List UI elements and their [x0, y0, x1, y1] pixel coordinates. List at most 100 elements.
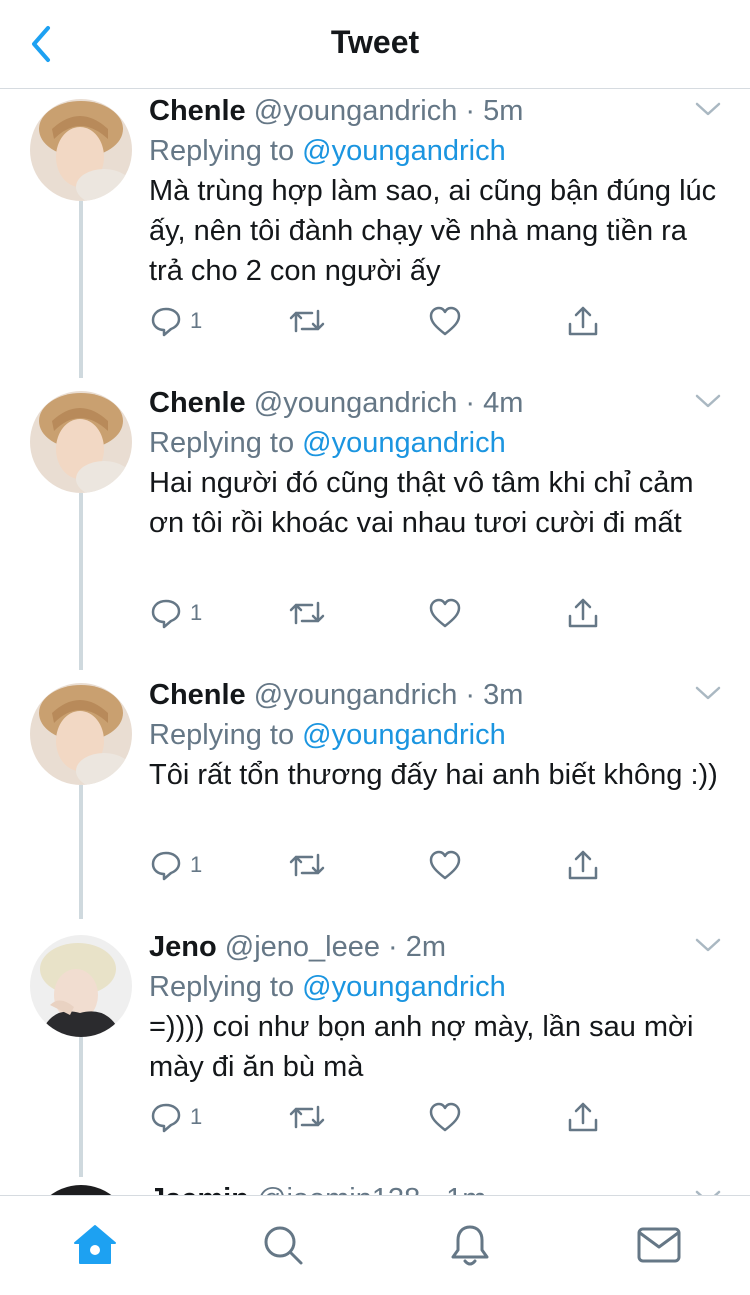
separator-dot: ·: [465, 387, 476, 419]
caret-down-icon[interactable]: [694, 391, 722, 411]
retweet-button[interactable]: [288, 593, 326, 633]
timestamp: 3m: [483, 679, 524, 711]
share-button[interactable]: [566, 1097, 600, 1137]
display-name[interactable]: Chenle: [149, 387, 246, 419]
separator-dot: ·: [428, 1183, 438, 1195]
tweet-actions: 1: [150, 845, 610, 885]
tab-home[interactable]: [70, 1220, 120, 1270]
reply-button[interactable]: 1: [150, 301, 202, 341]
share-icon: [568, 1102, 598, 1132]
timestamp: 1m: [446, 1183, 486, 1195]
share-icon: [568, 598, 598, 628]
tweet-actions: 1: [150, 301, 610, 341]
mention-link[interactable]: @youngandrich: [302, 427, 506, 459]
display-name[interactable]: Jeno: [149, 931, 217, 963]
retweet-button[interactable]: [288, 301, 326, 341]
user-handle[interactable]: @youngandrich: [254, 95, 458, 127]
caret-down-icon[interactable]: [694, 1187, 722, 1195]
timestamp: 5m: [483, 95, 524, 127]
search-icon: [264, 1226, 303, 1265]
tweet-item[interactable]: Jeno @jeno_leee · 2m Replying to @younga…: [0, 927, 750, 1167]
like-icon: [429, 850, 461, 880]
tweet-text: =)))) coi như bọn anh nợ mày, lần sau mờ…: [149, 1011, 694, 1083]
tweet-actions: 1: [150, 1097, 610, 1137]
replying-to-label: Replying to: [149, 719, 295, 751]
retweet-icon: [289, 853, 325, 877]
tab-search[interactable]: [258, 1220, 308, 1270]
tweet-text: Tôi rất tổn thương đấy hai anh biết khôn…: [149, 759, 718, 791]
reply-count: 1: [190, 600, 203, 625]
user-handle[interactable]: @youngandrich: [254, 679, 458, 711]
like-icon: [429, 1102, 461, 1132]
display-name[interactable]: Jaemin: [149, 1183, 249, 1195]
tab-notifications[interactable]: [445, 1220, 495, 1270]
retweet-button[interactable]: [288, 845, 326, 885]
tweet-text: Mà trùng hợp làm sao, ai cũng bận đúng l…: [149, 175, 717, 287]
share-icon: [568, 306, 598, 336]
top-navigation-bar: Tweet: [0, 0, 750, 89]
tweet-text: Hai người đó cũng thật vô tâm khi chỉ cả…: [149, 467, 694, 539]
like-icon: [429, 306, 461, 336]
avatar[interactable]: [30, 1185, 132, 1195]
home-icon: [74, 1225, 116, 1264]
tweet-header: Chenle @youngandrich · 5m: [149, 91, 523, 131]
reply-icon: [151, 851, 181, 881]
timestamp: 4m: [483, 387, 524, 419]
reply-button[interactable]: 1: [150, 845, 202, 885]
avatar[interactable]: [30, 935, 132, 1037]
share-icon: [568, 850, 598, 880]
mention-link[interactable]: @youngandrich: [302, 135, 506, 167]
replying-to-line: Replying to @youngandrich: [149, 715, 506, 755]
tweet-header: Chenle @youngandrich · 3m: [149, 675, 523, 715]
user-handle[interactable]: @youngandrich: [254, 387, 458, 419]
reply-button[interactable]: 1: [150, 593, 202, 633]
separator-dot: ·: [465, 679, 476, 711]
like-icon: [429, 598, 461, 628]
like-button[interactable]: [428, 1097, 462, 1137]
caret-down-icon[interactable]: [694, 935, 722, 955]
retweet-button[interactable]: [288, 1097, 326, 1137]
avatar[interactable]: [30, 683, 132, 785]
tweet-item[interactable]: Chenle @youngandrich · 3m Replying to @y…: [0, 675, 750, 915]
reply-icon: [151, 1103, 181, 1133]
user-handle[interactable]: @jeno_leee: [225, 931, 380, 963]
reply-count: 1: [190, 308, 203, 333]
tweet-actions: 1: [150, 593, 610, 633]
replying-to-line: Replying to @youngandrich: [149, 423, 506, 463]
mention-link[interactable]: @youngandrich: [302, 971, 506, 1003]
tweet-item[interactable]: Chenle @youngandrich · 4m Replying to @y…: [0, 383, 750, 663]
timestamp: 2m: [405, 931, 447, 963]
like-button[interactable]: [428, 845, 462, 885]
tweet-item[interactable]: Jaemin @jaemin138 · 1m: [0, 1179, 750, 1195]
tweet-header: Chenle @youngandrich · 4m: [149, 383, 523, 423]
share-button[interactable]: [566, 845, 600, 885]
caret-down-icon[interactable]: [694, 99, 722, 119]
page-title: Tweet: [330, 24, 420, 60]
reply-icon: [151, 307, 181, 337]
bottom-tab-bar: [0, 1195, 750, 1295]
mention-link[interactable]: @youngandrich: [302, 719, 506, 751]
separator-dot: ·: [388, 931, 398, 963]
display-name[interactable]: Chenle: [149, 95, 246, 127]
share-button[interactable]: [566, 301, 600, 341]
tweet-thread[interactable]: Chenle @youngandrich · 5m Replying to @y…: [0, 89, 750, 1195]
replying-to-line: Replying to @youngandrich: [149, 967, 506, 1007]
tab-messages[interactable]: [634, 1220, 684, 1270]
separator-dot: ·: [465, 95, 476, 127]
caret-down-icon[interactable]: [694, 683, 722, 703]
reply-count: 1: [190, 1104, 203, 1129]
share-button[interactable]: [566, 593, 600, 633]
replying-to-label: Replying to: [149, 135, 295, 167]
avatar[interactable]: [30, 99, 132, 201]
tweet-header: Jeno @jeno_leee · 2m: [149, 927, 446, 967]
retweet-icon: [289, 601, 325, 625]
user-handle[interactable]: @jaemin138: [257, 1183, 420, 1195]
reply-button[interactable]: 1: [150, 1097, 202, 1137]
like-button[interactable]: [428, 593, 462, 633]
tweet-item[interactable]: Chenle @youngandrich · 5m Replying to @y…: [0, 91, 750, 371]
tweet-header: Jaemin @jaemin138 · 1m: [149, 1179, 486, 1195]
like-button[interactable]: [428, 301, 462, 341]
notifications-icon: [451, 1225, 489, 1266]
avatar[interactable]: [30, 391, 132, 493]
display-name[interactable]: Chenle: [149, 679, 246, 711]
